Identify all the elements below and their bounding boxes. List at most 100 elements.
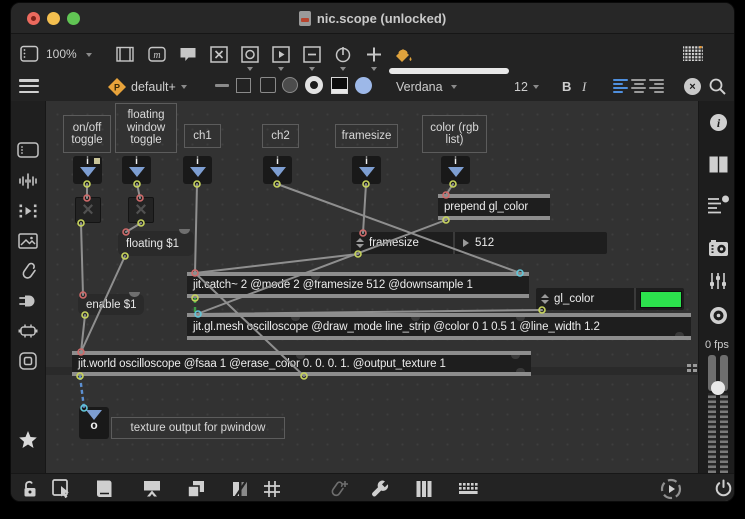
stepper-icon[interactable]	[541, 294, 549, 304]
patcher-window-icon[interactable]	[17, 141, 39, 159]
font-size-dropdown-icon[interactable]	[533, 85, 539, 89]
comment-color[interactable]: color (rgb list)	[422, 115, 487, 153]
comment-ch1[interactable]: ch1	[184, 124, 221, 148]
panel-tool[interactable]	[331, 77, 348, 94]
inlet-object-framesize[interactable]: i	[352, 156, 381, 184]
message-floating[interactable]: floating $1	[118, 231, 194, 256]
message-enable[interactable]: enable $1	[78, 294, 144, 315]
inlet-object-ch2[interactable]: i	[263, 156, 292, 184]
zoom-button[interactable]	[67, 12, 80, 25]
close-button[interactable]	[27, 12, 40, 25]
align-center-icon[interactable]	[631, 79, 646, 93]
circle-tool[interactable]	[282, 77, 298, 93]
record-icon[interactable]	[709, 306, 728, 325]
comment-onoff[interactable]: on/off toggle	[63, 115, 111, 153]
toggle-floating[interactable]: ×	[128, 197, 154, 223]
transport-play-icon[interactable]	[659, 477, 683, 501]
plug-icon[interactable]	[17, 291, 39, 311]
split-view-icon[interactable]	[709, 156, 728, 173]
sidebar-toggle-icon[interactable]	[20, 45, 39, 63]
rounded-square-tool[interactable]	[260, 77, 276, 93]
color-swatch[interactable]	[640, 291, 682, 308]
clear-format-icon[interactable]: ×	[684, 78, 701, 95]
object-palette-icon[interactable]	[682, 43, 704, 63]
add-file-icon[interactable]	[326, 478, 350, 500]
new-patcher-icon[interactable]	[93, 478, 115, 500]
font-name[interactable]: Verdana	[396, 80, 443, 94]
font-dropdown-icon[interactable]	[451, 85, 457, 89]
star-icon[interactable]	[17, 429, 39, 450]
outlet-object[interactable]: o	[79, 407, 109, 439]
grid-icon[interactable]	[261, 478, 283, 500]
comment-ch2[interactable]: ch2	[262, 124, 299, 148]
object-jit-catch[interactable]: jit.catch~ 2 @mode 2 @framesize 512 @dow…	[187, 272, 529, 298]
dial-icon[interactable]	[333, 45, 353, 64]
number-box-icon[interactable]	[302, 45, 322, 64]
image-icon[interactable]	[17, 231, 39, 251]
unlock-icon[interactable]	[19, 479, 41, 499]
layers-icon[interactable]	[185, 478, 207, 500]
info-icon[interactable]: i	[709, 113, 728, 132]
comment-floating[interactable]: floating window toggle	[115, 103, 177, 153]
minimize-button[interactable]	[47, 12, 60, 25]
piano-keys-icon[interactable]	[413, 478, 435, 500]
line-tool[interactable]	[215, 84, 229, 87]
align-right-icon[interactable]	[649, 79, 664, 93]
comment-texture-output[interactable]: texture output for pwindow	[111, 417, 285, 439]
video-filmstrip-icon[interactable]	[17, 201, 39, 221]
keyboard-icon[interactable]	[456, 479, 480, 499]
snapshot-camera-icon[interactable]	[708, 239, 729, 258]
toggle-onoff[interactable]: ×	[75, 197, 101, 223]
inlet-object-color[interactable]: i	[441, 156, 470, 184]
ellipse-tool[interactable]	[355, 77, 372, 94]
square-tool[interactable]	[236, 78, 251, 93]
message-box-icon[interactable]: m	[147, 45, 167, 64]
button-icon[interactable]	[240, 45, 260, 64]
button-dropdown-icon[interactable]	[247, 67, 253, 71]
comment-framesize[interactable]: framesize	[335, 124, 398, 148]
inspector-wrench-icon[interactable]	[369, 478, 391, 500]
bold-button[interactable]: B	[562, 79, 571, 94]
zoom-level[interactable]: 100%	[46, 47, 77, 61]
search-icon[interactable]	[708, 77, 727, 96]
attrui-gl-color[interactable]: gl_color	[536, 288, 684, 310]
object-box-icon[interactable]	[115, 45, 135, 64]
select-mode-icon[interactable]	[51, 478, 73, 500]
object-prepend[interactable]: prepend gl_color	[438, 194, 550, 220]
style-diamond-icon[interactable]: P	[107, 77, 127, 97]
paperclip-icon[interactable]	[17, 260, 39, 282]
paint-bucket-icon[interactable]	[392, 45, 416, 65]
hamburger-menu-icon[interactable]	[19, 79, 39, 93]
console-icon[interactable]	[707, 194, 730, 216]
attrui-framesize[interactable]: framesize 512	[351, 232, 607, 254]
toggle-icon[interactable]	[209, 45, 229, 64]
playbar-icon[interactable]	[271, 45, 291, 64]
inlet-object-floating[interactable]: i	[122, 156, 151, 184]
gain-slider-knob[interactable]	[711, 381, 725, 395]
power-icon[interactable]	[713, 478, 734, 499]
package-icon[interactable]	[17, 351, 39, 371]
italic-button[interactable]: I	[582, 79, 586, 95]
attrui-framesize-value[interactable]: 512	[475, 237, 494, 249]
number-dropdown-icon[interactable]	[309, 67, 315, 71]
comment-icon[interactable]	[178, 45, 198, 64]
distribute-icon[interactable]	[229, 478, 251, 500]
hardware-icon[interactable]	[17, 321, 39, 341]
object-jit-gl-mesh[interactable]: jit.gl.mesh oscilloscope @draw_mode line…	[187, 313, 691, 340]
zoom-dropdown-icon[interactable]	[86, 53, 92, 57]
font-size[interactable]: 12	[514, 80, 528, 94]
presentation-icon[interactable]	[141, 478, 163, 500]
palette-scroll-indicator[interactable]	[389, 68, 509, 74]
dial-dropdown-icon[interactable]	[340, 67, 346, 71]
inlet-object-ch1[interactable]: i	[183, 156, 212, 184]
add-dropdown-icon[interactable]	[371, 67, 377, 71]
inlet-object-onoff[interactable]: i	[73, 156, 102, 184]
playbar-dropdown-icon[interactable]	[278, 67, 284, 71]
stepper-icon[interactable]	[356, 238, 364, 248]
mixer-sliders-icon[interactable]	[709, 271, 727, 291]
titlebar[interactable]: nic.scope (unlocked)	[11, 3, 734, 34]
align-left-icon[interactable]	[613, 79, 628, 93]
style-name[interactable]: default+	[131, 80, 176, 94]
add-object-icon[interactable]	[364, 45, 384, 64]
audio-waveform-icon[interactable]	[17, 171, 39, 191]
